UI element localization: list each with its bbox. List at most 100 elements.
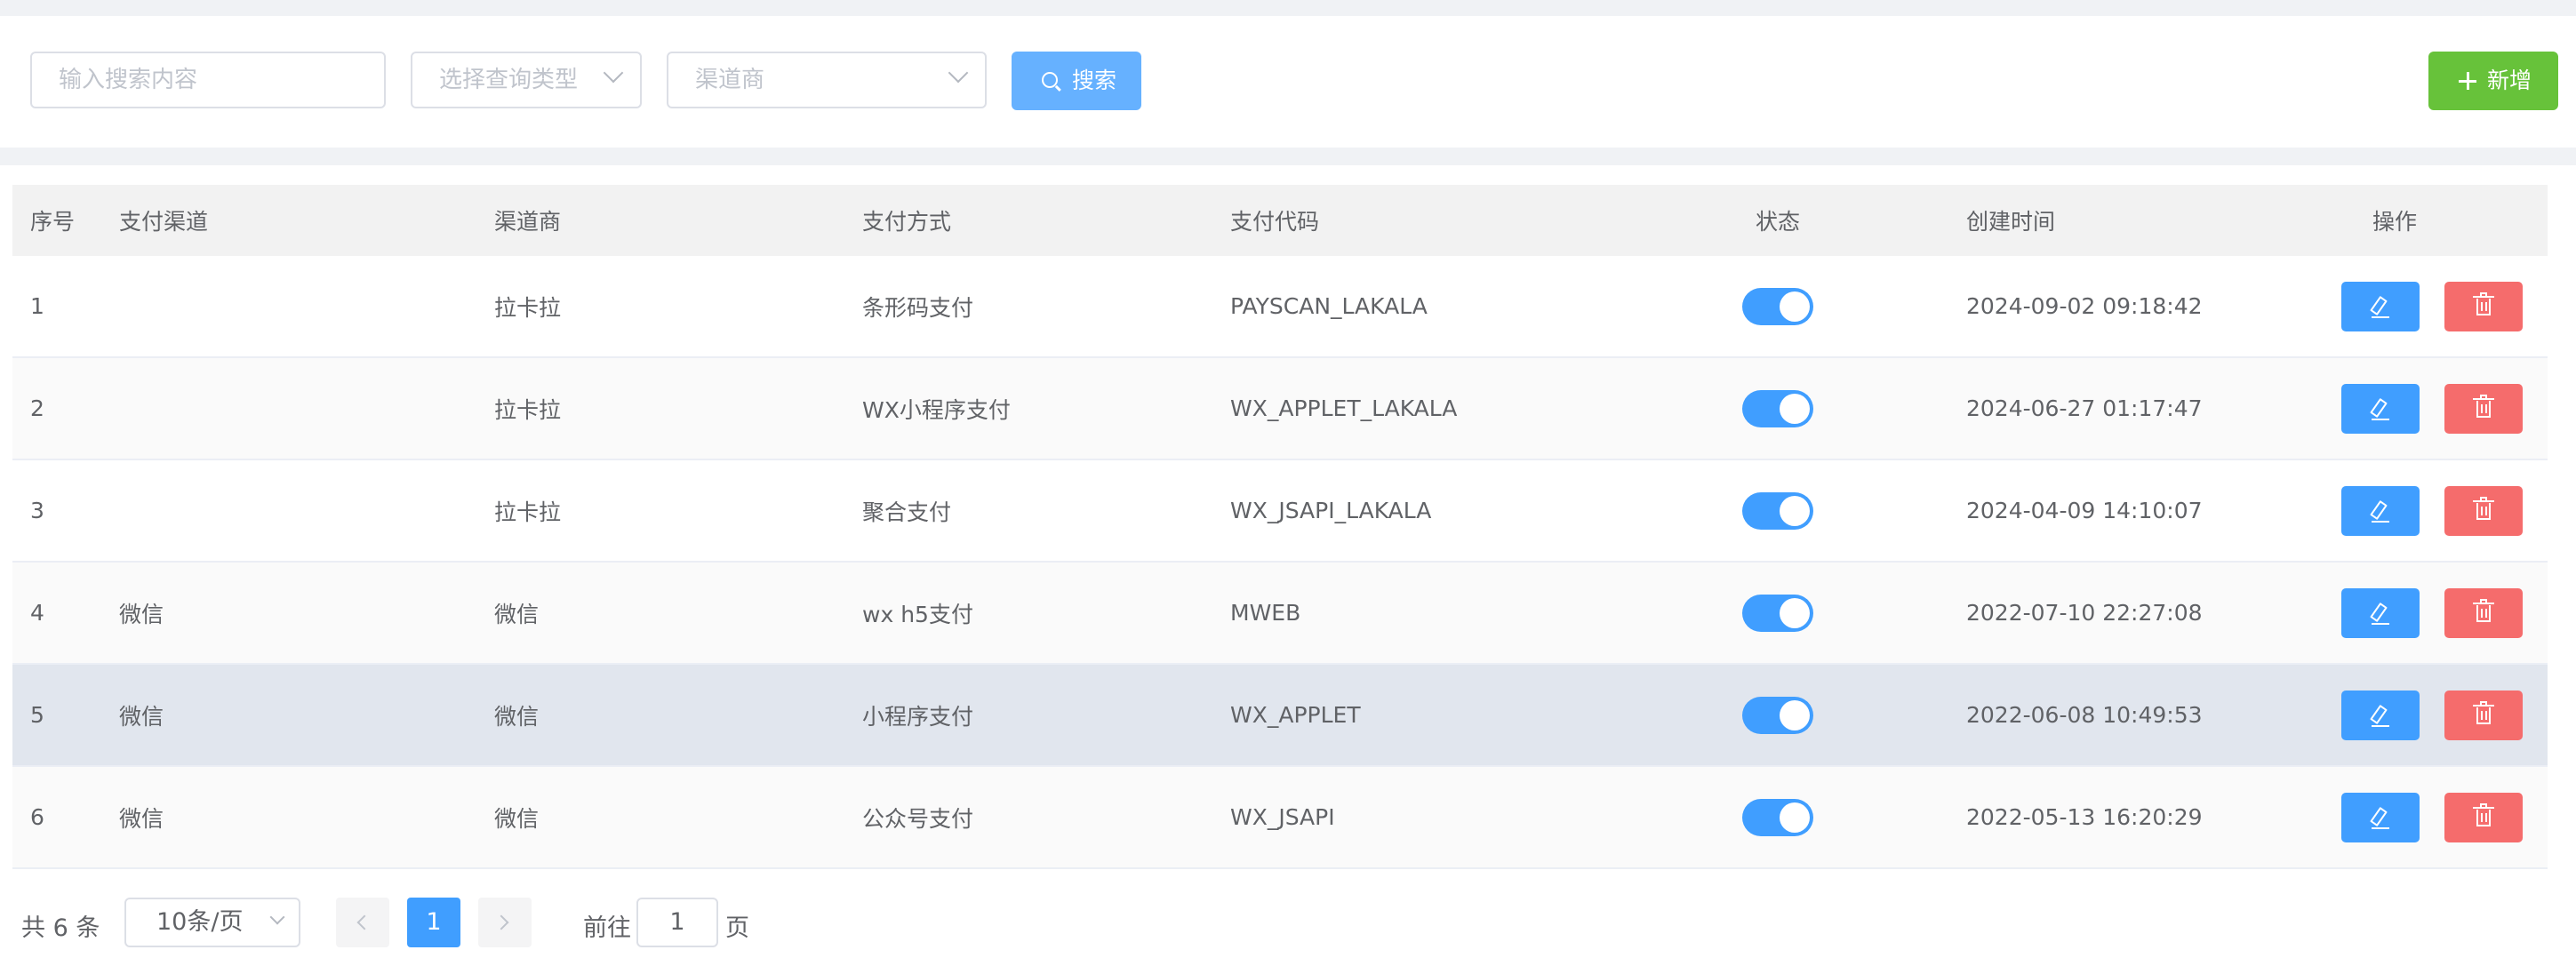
cell-channel: 微信 [119,805,164,832]
next-page-button[interactable] [478,898,532,947]
cell-vendor: 微信 [494,805,540,832]
chevron-down-icon [948,62,969,84]
cell-code: WX_JSAPI_LAKALA [1230,498,1432,523]
trash-icon [2476,502,2491,520]
cell-index: 2 [30,395,44,421]
table-body: 1 拉卡拉 条形码支付 PAYSCAN_LAKALA 2024-09-02 09:18:… [12,256,2548,869]
cell-method: WX小程序支付 [862,396,1011,423]
search-input[interactable]: 输入搜索内容 [30,52,386,108]
cell-method: 聚合支付 [862,499,952,525]
cell-status [1742,358,1813,459]
table-row: 6 微信 微信 公众号支付 WX_JSAPI 2022-05-13 16:20:29 [12,767,2548,869]
cell-code: MWEB [1230,600,1301,626]
edit-icon-base [2372,724,2389,727]
cell-vendor: 微信 [494,601,540,627]
cell-vendor: 拉卡拉 [494,294,562,321]
cell-index: 3 [30,498,44,523]
trash-icon [2476,604,2491,622]
delete-button[interactable] [2444,792,2523,842]
edit-icon [2370,806,2388,826]
channel-vendor-select[interactable]: 渠道商 [667,52,987,108]
cell-channel: 微信 [119,601,164,627]
page-size-select[interactable]: 10条/页 [124,898,300,947]
header-channel: 支付渠道 [119,209,209,235]
query-type-select[interactable]: 选择查询类型 [411,52,642,108]
cell-status [1742,256,1813,356]
edit-icon-base [2372,418,2389,420]
table-row: 3 拉卡拉 聚合支付 WX_JSAPI_LAKALA 2024-04-09 14:10:… [12,460,2548,563]
status-toggle[interactable] [1742,491,1813,530]
cell-status [1742,665,1813,765]
table-row: 1 拉卡拉 条形码支付 PAYSCAN_LAKALA 2024-09-02 09:18:… [12,256,2548,358]
trash-icon-lid [2473,499,2494,502]
edit-button[interactable] [2341,690,2420,740]
edit-icon [2370,602,2388,622]
cell-code: WX_JSAPI [1230,804,1335,830]
goto-label: 前往 [583,914,631,942]
add-button[interactable]: 新增 [2428,52,2558,110]
status-toggle[interactable] [1742,287,1813,325]
header-index: 序号 [30,209,76,235]
edit-icon-base [2372,826,2389,829]
edit-icon-base [2372,315,2389,318]
cell-index: 1 [30,293,44,319]
cell-status [1742,460,1813,561]
cell-status [1742,767,1813,867]
edit-button[interactable] [2341,587,2420,638]
trash-icon [2476,400,2491,418]
edit-icon [2370,704,2388,724]
status-toggle[interactable] [1742,798,1813,836]
query-type-placeholder: 选择查询类型 [439,67,579,93]
prev-page-button[interactable] [336,898,389,947]
status-toggle[interactable] [1742,594,1813,632]
edit-icon-base [2372,520,2389,523]
table-row: 4 微信 微信 wx h5支付 MWEB 2022-07-10 22:27:08 [12,563,2548,665]
trash-icon-lid [2473,704,2494,707]
cell-index: 5 [30,702,44,728]
cell-actions [2341,767,2523,867]
chevron-right-icon [493,914,509,930]
edit-button[interactable] [2341,383,2420,434]
table-header: 序号 支付渠道 渠道商 支付方式 支付代码 状态 创建时间 操作 [12,185,2548,256]
trash-icon-line [2485,710,2487,720]
channel-vendor-placeholder: 渠道商 [695,67,765,93]
payment-table: 序号 支付渠道 渠道商 支付方式 支付代码 状态 创建时间 操作 1 拉卡拉 条形码… [12,185,2548,869]
goto-page-input[interactable]: 1 [636,898,718,947]
edit-icon [2370,295,2388,315]
cell-created: 2024-09-02 09:18:42 [1966,293,2203,319]
trash-icon-line [2481,812,2483,822]
header-status: 状态 [1755,209,1800,235]
trash-icon-line [2481,301,2483,311]
cell-created: 2024-06-27 01:17:47 [1966,395,2203,421]
status-toggle[interactable] [1742,696,1813,734]
edit-button[interactable] [2341,281,2420,331]
status-toggle[interactable] [1742,389,1813,427]
cell-actions [2341,460,2523,561]
edit-button[interactable] [2341,792,2420,842]
trash-icon [2476,809,2491,826]
page-number-current[interactable]: 1 [407,898,460,947]
delete-button[interactable] [2444,690,2523,740]
cell-actions [2341,256,2523,356]
trash-icon-line [2485,506,2487,515]
cell-method: wx h5支付 [862,601,973,627]
trash-icon-line [2485,301,2487,311]
goto-unit: 页 [725,914,749,942]
cell-index: 4 [30,600,44,626]
delete-button[interactable] [2444,281,2523,331]
search-button[interactable]: 搜索 [1012,52,1141,110]
trash-icon-line [2481,608,2483,618]
delete-button[interactable] [2444,383,2523,434]
search-icon [1042,72,1058,88]
cell-method: 小程序支付 [862,703,974,730]
header-method: 支付方式 [862,209,952,235]
delete-button[interactable] [2444,485,2523,536]
edit-icon [2370,397,2388,418]
edit-button[interactable] [2341,485,2420,536]
cell-index: 6 [30,804,44,830]
cell-created: 2022-05-13 16:20:29 [1966,804,2203,830]
cell-created: 2022-07-10 22:27:08 [1966,600,2203,626]
delete-button[interactable] [2444,587,2523,638]
chevron-left-icon [356,914,372,930]
cell-actions [2341,358,2523,459]
